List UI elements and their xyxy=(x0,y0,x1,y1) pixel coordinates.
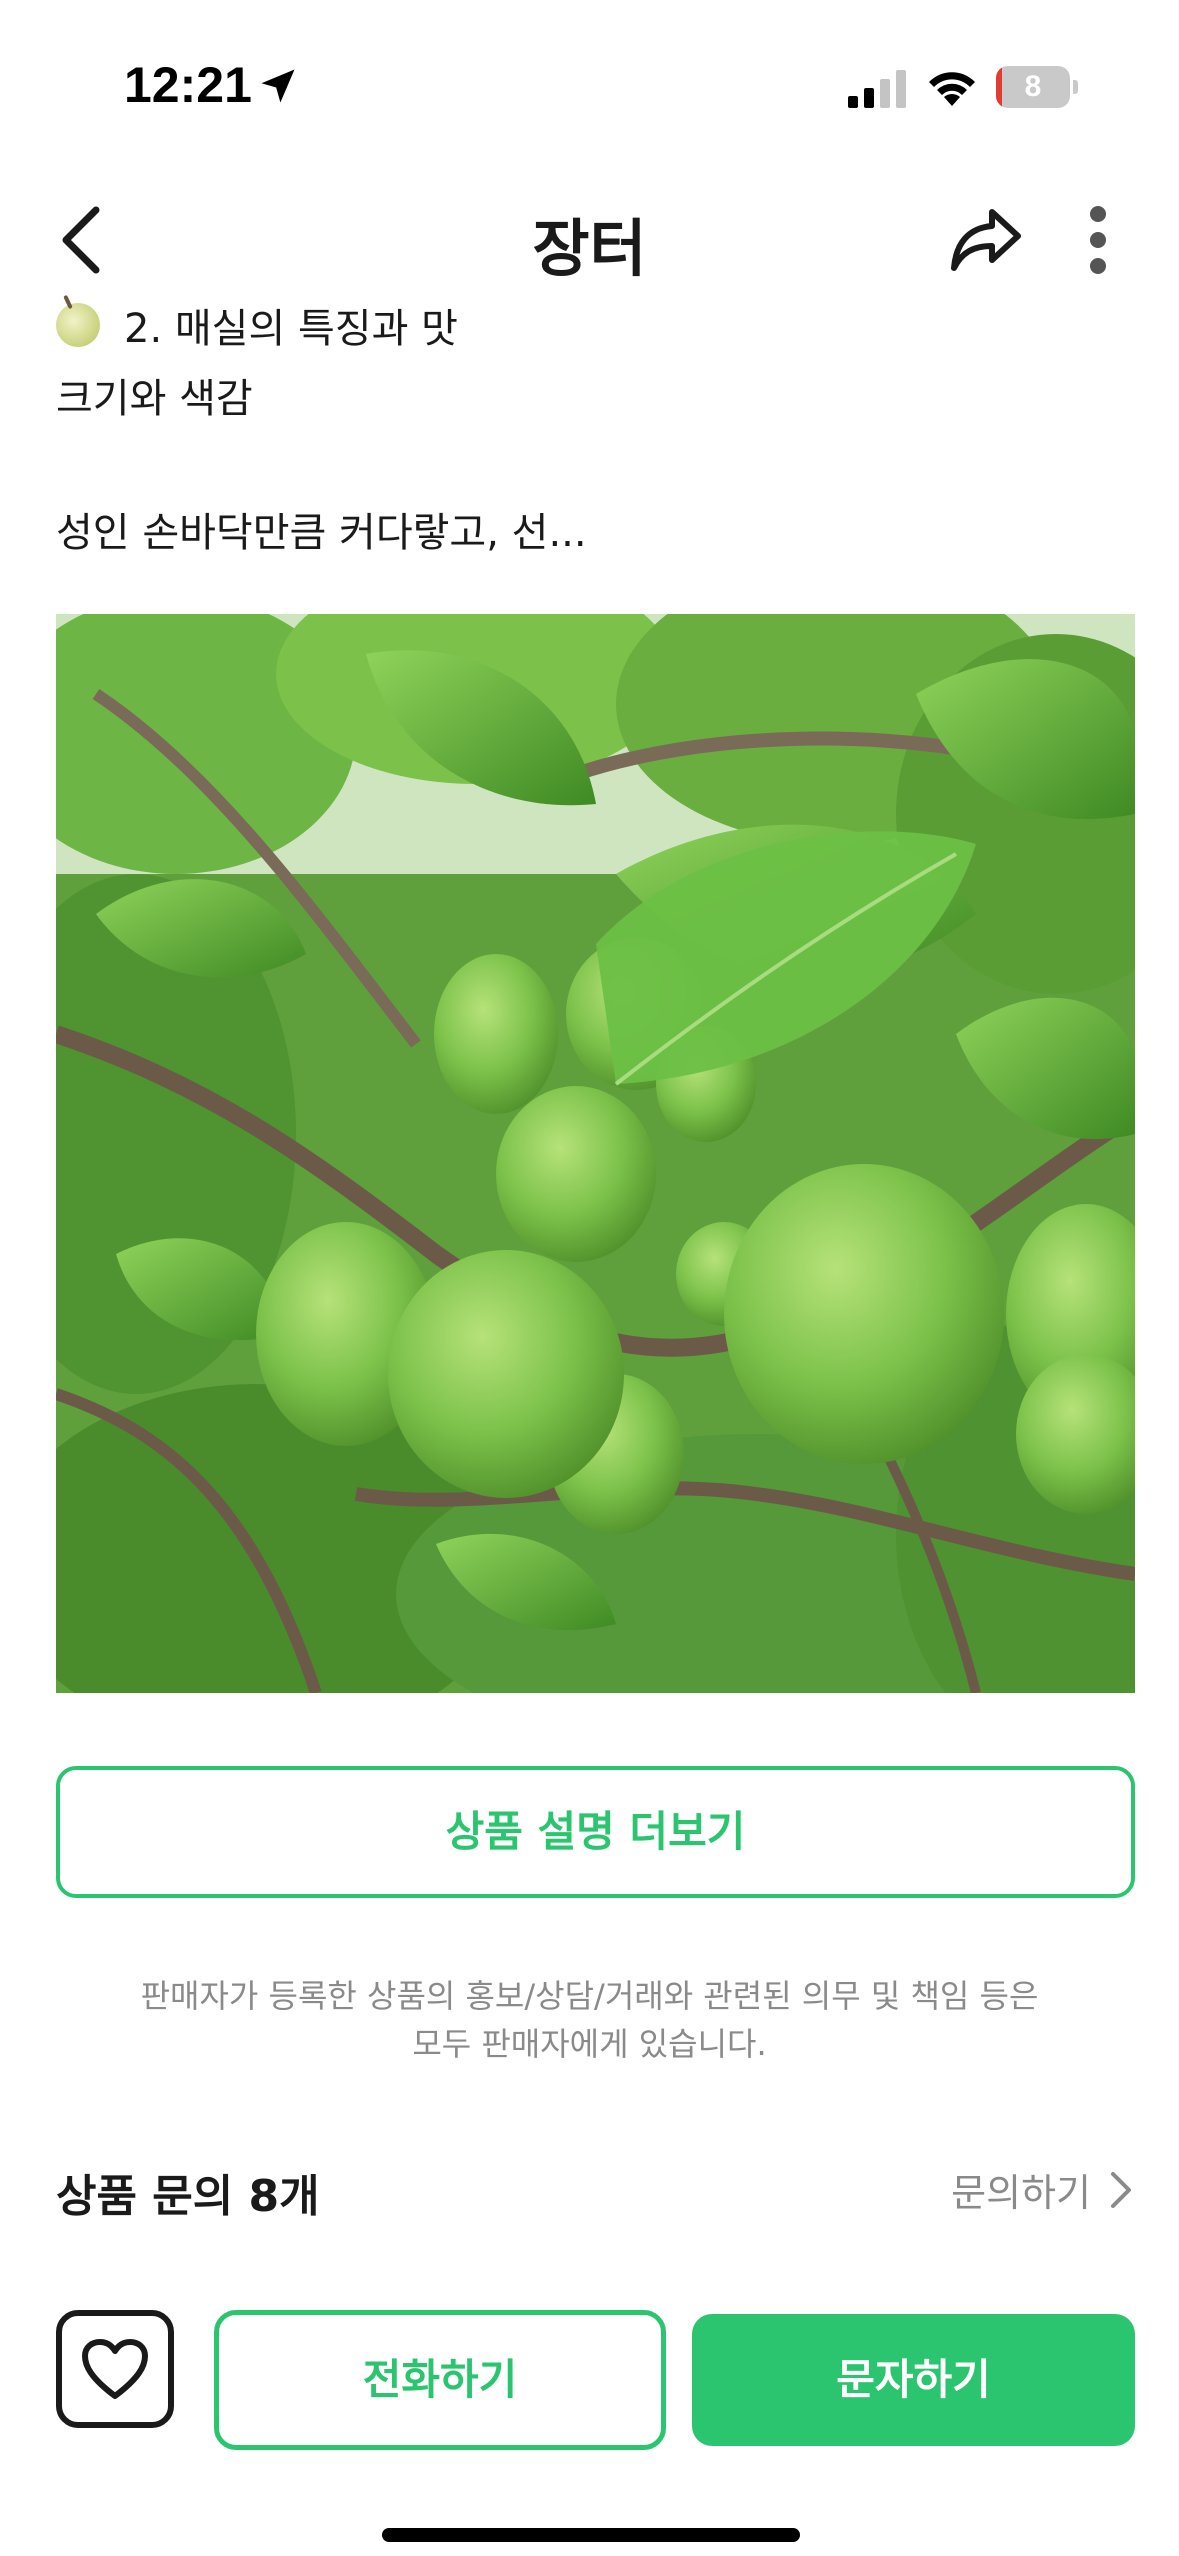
section-heading: 2. 매실의 특징과 맛 xyxy=(56,296,458,354)
product-detail-screen: 12:21 8 장터 2. 매실의 특징과 맛 크기와 색감 성인 손바닥만큼 … xyxy=(0,0,1179,2556)
inquiry-link[interactable]: 문의하기 xyxy=(951,2162,1135,2217)
inquiry-link-label: 문의하기 xyxy=(951,2171,1091,2215)
seller-disclaimer: 판매자가 등록한 상품의 홍보/상담/거래와 관련된 의무 및 책임 등은 모두… xyxy=(80,1972,1099,2068)
description-preview: 성인 손바닥만큼 커다랗고, 선... xyxy=(56,510,587,556)
location-arrow-icon xyxy=(261,69,295,103)
status-bar: 12:21 8 xyxy=(0,0,1179,160)
section-heading-text: 2. 매실의 특징과 맛 xyxy=(124,306,458,352)
bottom-action-bar: 전화하기 문자하기 xyxy=(0,2290,1179,2450)
product-image[interactable] xyxy=(56,614,1135,1693)
more-description-button[interactable]: 상품 설명 더보기 xyxy=(56,1766,1135,1898)
cellular-signal-icon xyxy=(848,70,906,108)
battery-icon: 8 xyxy=(996,66,1078,108)
sms-button[interactable]: 문자하기 xyxy=(692,2314,1135,2446)
nav-bar: 장터 xyxy=(0,180,1179,300)
plum-emoji-icon xyxy=(56,303,100,347)
sub-heading: 크기와 색감 xyxy=(56,376,253,422)
disclaimer-line-2: 모두 판매자에게 있습니다. xyxy=(412,2025,767,2063)
chevron-right-icon xyxy=(1111,2171,1131,2208)
home-indicator xyxy=(382,2528,800,2542)
inquiry-row: 상품 문의 8개 문의하기 xyxy=(56,2150,1135,2230)
status-time: 12:21 xyxy=(124,57,252,113)
favorite-button[interactable] xyxy=(56,2310,174,2428)
wifi-icon xyxy=(929,72,975,106)
heart-icon xyxy=(82,2339,148,2399)
share-icon[interactable] xyxy=(948,206,1024,274)
disclaimer-line-1: 판매자가 등록한 상품의 홍보/상담/거래와 관련된 의무 및 책임 등은 xyxy=(140,1977,1039,2015)
battery-level: 8 xyxy=(1024,70,1042,103)
inquiry-count-title: 상품 문의 8개 xyxy=(56,2171,320,2222)
call-button[interactable]: 전화하기 xyxy=(214,2310,666,2450)
more-vertical-icon[interactable] xyxy=(1080,202,1116,278)
